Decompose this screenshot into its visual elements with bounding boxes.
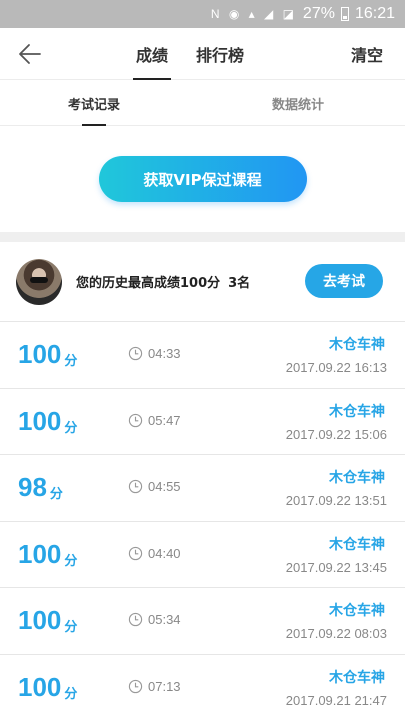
record-date: 2017.09.22 08:03	[285, 626, 387, 641]
user-name: 木仓车神	[329, 403, 385, 420]
clock-icon	[128, 546, 143, 560]
score: 100 分	[18, 605, 78, 635]
duration: 07:13	[128, 679, 181, 694]
duration: 04:55	[128, 479, 181, 494]
score: 100 分	[18, 405, 78, 436]
status-time: 16:21	[354, 5, 395, 22]
user-name: 木仓车神	[329, 536, 385, 553]
record-date: 2017.09.22 13:45	[285, 559, 387, 575]
record-list: 100 分 04:33 木仓车神 2017.09.22 16:13 100 分 05…	[0, 322, 405, 720]
battery-percent: 27%	[302, 5, 335, 22]
tab-exam-records[interactable]: 考试记录	[68, 80, 120, 126]
record-date: 2017.09.22 15:06	[285, 426, 387, 442]
vip-area: 获取VIP保过课程	[0, 126, 405, 232]
list-item[interactable]: 100 分 05:47 木仓车神 2017.09.22 15:06	[0, 389, 405, 455]
user-name: 木仓车神	[329, 603, 385, 619]
duration: 05:47	[128, 413, 181, 428]
best-score-text: 您的历史最高成绩100分	[76, 276, 221, 291]
vip-course-button[interactable]: 获取VIP保过课程	[98, 156, 307, 202]
score: 100 分	[18, 671, 78, 702]
score: 100 分	[18, 339, 78, 369]
duration: 04:33	[128, 346, 181, 361]
nav-tabs: 成绩 排行榜	[132, 28, 246, 80]
back-arrow-icon[interactable]	[16, 40, 44, 68]
clear-button[interactable]: 清空	[351, 28, 383, 80]
tab-scores[interactable]: 成绩	[132, 28, 172, 80]
record-date: 2017.09.21 21:47	[285, 692, 387, 708]
list-item[interactable]: 100 分 07:13 木仓车神 2017.09.21 21:47	[0, 655, 405, 720]
duration: 05:34	[128, 612, 181, 627]
tab-leaderboard[interactable]: 排行榜	[194, 28, 246, 80]
record-date: 2017.09.22 13:51	[285, 493, 387, 508]
avatar	[16, 258, 62, 305]
score: 100 分	[18, 538, 78, 569]
sub-tabs: 考试记录 数据统计	[0, 80, 405, 126]
list-item[interactable]: 100 分 04:33 木仓车神 2017.09.22 16:13	[0, 322, 405, 389]
top-nav: 成绩 排行榜 清空	[0, 28, 405, 80]
clock-icon	[128, 612, 143, 627]
clock-icon	[128, 679, 143, 693]
tab-statistics[interactable]: 数据统计	[272, 80, 324, 126]
battery-icon	[340, 7, 349, 21]
rank-text: 3名	[228, 276, 251, 291]
go-exam-button[interactable]: 去考试	[305, 264, 383, 298]
duration: 04:40	[128, 546, 181, 561]
list-item[interactable]: 98 分 04:55 木仓车神 2017.09.22 13:51	[0, 455, 405, 522]
user-name: 木仓车神	[329, 669, 385, 686]
clock-icon	[128, 346, 143, 361]
best-score-row: 您的历史最高成绩100分 3名 去考试	[0, 242, 405, 322]
record-date: 2017.09.22 16:13	[285, 360, 387, 375]
list-item[interactable]: 100 分 04:40 木仓车神 2017.09.22 13:45	[0, 522, 405, 588]
user-name: 木仓车神	[329, 337, 385, 353]
status-bar: N ◉ ▴ ◢ ◪ 27% 16:21	[0, 0, 405, 28]
clock-icon	[128, 413, 143, 427]
clock-icon	[128, 479, 143, 494]
list-item[interactable]: 100 分 05:34 木仓车神 2017.09.22 08:03	[0, 588, 405, 655]
section-divider	[0, 232, 405, 242]
user-name: 木仓车神	[329, 470, 385, 486]
signal-icons: N ◉ ▴ ◢ ◪	[210, 7, 297, 21]
score: 98 分	[18, 472, 63, 502]
